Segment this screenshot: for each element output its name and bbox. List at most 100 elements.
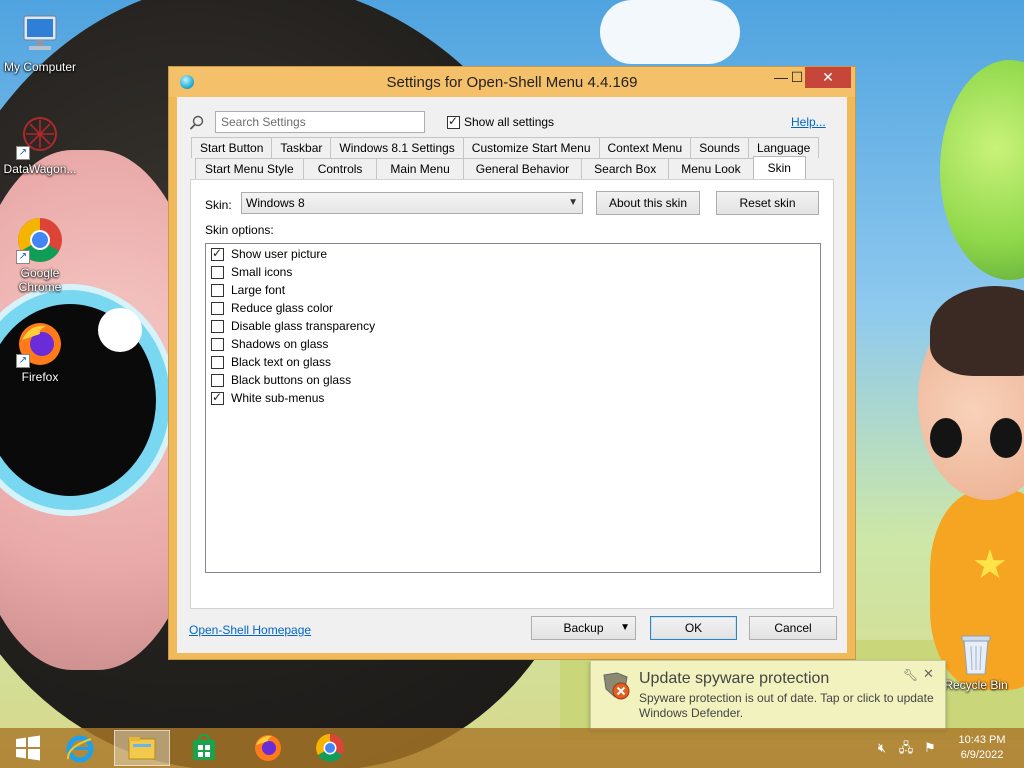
taskbar-chrome[interactable] (302, 730, 358, 766)
tab-menu-look[interactable]: Menu Look (668, 158, 754, 179)
wallpaper-cloud (600, 0, 740, 64)
taskbar-file-explorer[interactable] (114, 730, 170, 766)
skin-option-black-text-on-glass[interactable]: Black text on glass (206, 353, 820, 371)
skin-option-white-sub-menus[interactable]: White sub-menus (206, 389, 820, 407)
clock-time: 10:43 PM (958, 734, 1006, 746)
desktop-icon-google-chrome[interactable]: ↗ Google Chrome (0, 216, 80, 294)
show-all-checkbox-box[interactable] (447, 114, 460, 129)
checkbox[interactable] (211, 337, 224, 351)
ok-button[interactable]: OK (650, 616, 737, 640)
skin-option-shadows-on-glass[interactable]: Shadows on glass (206, 335, 820, 353)
tab-start-menu-style[interactable]: Start Menu Style (195, 158, 304, 179)
desktop-icon-my-computer[interactable]: My Computer (0, 10, 80, 74)
shortcut-arrow-icon: ↗ (16, 146, 30, 160)
tab-skin[interactable]: Skin (752, 156, 806, 179)
wallpaper-kid-eye-left (930, 418, 962, 458)
tab-search-box[interactable]: Search Box (581, 158, 670, 179)
option-label: Small icons (231, 265, 293, 279)
desktop-icon-recycle-bin[interactable]: Recycle Bin (944, 632, 1008, 692)
store-icon (193, 734, 215, 760)
option-label: Reduce glass color (231, 301, 334, 315)
network-icon[interactable]: 🖧︎ (898, 740, 914, 756)
desktop-icon-label: DataWagon... (3, 162, 77, 176)
checkbox[interactable] (211, 373, 224, 387)
dialog-titlebar[interactable]: Settings for Open-Shell Menu 4.4.169 — ☐… (169, 67, 855, 97)
tab-controls[interactable]: Controls (302, 158, 378, 179)
clock-date: 6/9/2022 (960, 749, 1004, 761)
recycle-bin-label: Recycle Bin (944, 678, 1008, 692)
checkbox[interactable] (211, 319, 224, 333)
backup-button-label: Backup (563, 621, 604, 635)
dropdown-arrow-icon: ▼ (620, 622, 630, 633)
taskbar-store[interactable] (176, 730, 232, 766)
start-button[interactable] (0, 730, 56, 766)
tab-sounds[interactable]: Sounds (690, 137, 749, 158)
tab-row-1: Start Button Taskbar Windows 8.1 Setting… (191, 137, 820, 158)
show-all-settings-checkbox[interactable]: Show all settings (447, 114, 555, 129)
skin-option-large-font[interactable]: Large font (206, 281, 820, 299)
dialog-title: Settings for Open-Shell Menu 4.4.169 (386, 74, 638, 91)
checkbox[interactable] (211, 390, 224, 405)
skin-option-black-buttons-on-glass[interactable]: Black buttons on glass (206, 371, 820, 389)
volume-muted-icon[interactable]: 🔇︎ (874, 740, 890, 756)
desktop-icon-datawagon[interactable]: ↗ DataWagon... (0, 112, 80, 176)
taskbar-internet-explorer[interactable] (52, 730, 108, 766)
wallpaper-eye-glint (98, 308, 142, 352)
skin-option-reduce-glass-color[interactable]: Reduce glass color (206, 299, 820, 317)
checkbox[interactable] (211, 355, 224, 369)
option-label: Black text on glass (231, 355, 332, 369)
recycle-bin-icon (956, 632, 996, 676)
maximize-icon: ☐ (790, 69, 804, 85)
option-label: Black buttons on glass (231, 373, 352, 387)
about-this-skin-button[interactable]: About this skin (596, 191, 700, 215)
skin-option-show-user-picture[interactable]: Show user picture (206, 245, 820, 263)
backup-button[interactable]: Backup ▼ (531, 616, 636, 640)
notification-close-button[interactable]: ✕ (923, 666, 934, 682)
pin-icon[interactable]: 🔧︎ (903, 668, 918, 682)
tab-windows-8-1-settings[interactable]: Windows 8.1 Settings (330, 137, 464, 158)
close-icon: ✕ (822, 69, 834, 85)
close-button[interactable]: ✕ (805, 67, 851, 88)
internet-explorer-icon (66, 735, 94, 763)
defender-notification[interactable]: Update spyware protection Spyware protec… (590, 660, 946, 730)
tab-language[interactable]: Language (747, 137, 820, 158)
taskbar-firefox[interactable] (240, 730, 296, 766)
skin-option-disable-glass-transparency[interactable]: Disable glass transparency (206, 317, 820, 335)
option-label: White sub-menus (231, 391, 325, 405)
skin-dropdown[interactable]: Windows 8 ▼ (241, 192, 583, 214)
show-all-label: Show all settings (464, 115, 555, 129)
close-icon: ✕ (923, 666, 934, 681)
checkbox[interactable] (211, 283, 224, 297)
skin-options-list[interactable]: Show user picture Small icons Large font… (205, 243, 821, 573)
tab-taskbar[interactable]: Taskbar (271, 137, 332, 158)
skin-label: Skin: (205, 198, 232, 212)
security-warning-icon (601, 671, 631, 701)
tab-main-menu[interactable]: Main Menu (376, 158, 464, 179)
checkbox[interactable] (211, 265, 224, 279)
skin-option-small-icons[interactable]: Small icons (206, 263, 820, 281)
help-link[interactable]: Help... (791, 115, 826, 129)
tab-general-behavior[interactable]: General Behavior (462, 158, 583, 179)
option-label: Shadows on glass (231, 337, 329, 351)
file-explorer-icon (128, 737, 156, 760)
action-center-flag-icon[interactable]: ⚑ (922, 740, 938, 756)
tab-customize-start-menu[interactable]: Customize Start Menu (462, 137, 600, 158)
shortcut-arrow-icon: ↗ (16, 354, 30, 368)
checkbox[interactable] (211, 246, 224, 261)
reset-skin-button[interactable]: Reset skin (716, 191, 819, 215)
tab-row-2: Start Menu Style Controls Main Menu Gene… (195, 156, 806, 179)
settings-dialog: Settings for Open-Shell Menu 4.4.169 — ☐… (168, 66, 856, 660)
desktop-icon-firefox[interactable]: ↗ Firefox (0, 320, 80, 384)
cancel-button[interactable]: Cancel (749, 616, 837, 640)
desktop-icon-label: Firefox (21, 370, 59, 384)
tab-start-button[interactable]: Start Button (191, 137, 273, 158)
wallpaper-star: ★ (972, 543, 1008, 587)
skin-tab-panel: Skin: Windows 8 ▼ About this skin Reset … (190, 179, 834, 609)
tab-context-menu[interactable]: Context Menu (598, 137, 692, 158)
search-input[interactable] (215, 111, 425, 133)
open-shell-homepage-link[interactable]: Open-Shell Homepage (189, 623, 311, 637)
firefox-icon (255, 735, 281, 761)
wallpaper-kid-eye-right (990, 418, 1022, 458)
checkbox[interactable] (211, 301, 224, 315)
system-clock[interactable]: 10:43 PM 6/9/2022 (950, 733, 1014, 763)
